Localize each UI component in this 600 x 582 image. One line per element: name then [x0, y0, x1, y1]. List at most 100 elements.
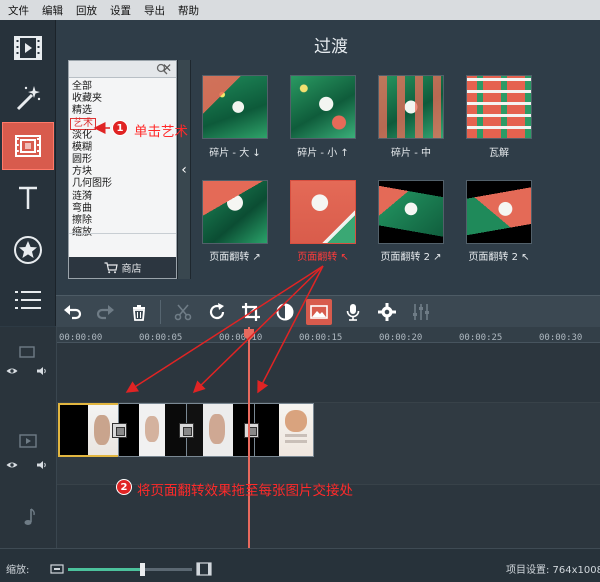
store-label: 商店	[121, 264, 142, 275]
step-annotation: 单击艺术	[134, 124, 188, 140]
rotate-button[interactable]	[204, 299, 230, 325]
transitions-panel: 过渡 ✕ 全部 收藏夹 精选 艺术 淡化 模糊 圆形 方块 几何图形 涟漪 弯曲…	[56, 20, 600, 295]
zoom-out-icon[interactable]	[50, 563, 64, 575]
transition-thumb-page-turn-2-ne[interactable]	[378, 180, 444, 244]
delete-button[interactable]	[126, 299, 152, 325]
category-item-featured[interactable]: 精选	[72, 105, 172, 117]
menu-export[interactable]: 导出	[144, 3, 165, 18]
clear-search-icon[interactable]: ✕	[162, 61, 172, 75]
category-divider	[69, 233, 176, 234]
speaker-icon[interactable]	[36, 366, 48, 376]
edit-toolbar	[56, 295, 600, 327]
crop-button[interactable]	[238, 299, 264, 325]
undo-button[interactable]	[60, 299, 86, 325]
collapse-panel-button[interactable]: ‹	[177, 60, 191, 279]
clip-settings-button[interactable]	[374, 299, 400, 325]
transition-marker[interactable]	[179, 423, 194, 438]
time-tick: 00:00:05	[139, 333, 183, 343]
transition-label: 碎片 - 中	[391, 148, 431, 159]
overlay-track-icon	[19, 346, 35, 358]
category-item-favorites[interactable]: 收藏夹	[72, 93, 172, 105]
image-button[interactable]	[306, 299, 332, 325]
category-item-blur[interactable]: 模糊	[72, 142, 172, 154]
chevron-left-icon: ‹	[181, 161, 187, 178]
time-tick: 00:00:25	[459, 333, 503, 343]
crop-icon	[242, 303, 260, 321]
transitions-tool-button[interactable]	[2, 122, 54, 170]
category-search-input[interactable]: ✕	[69, 61, 176, 78]
time-tick: 00:00:00	[59, 333, 103, 343]
playhead[interactable]	[248, 327, 250, 548]
color-adjust-button[interactable]	[272, 299, 298, 325]
transition-thumb-shatter-large[interactable]	[202, 75, 268, 139]
eye-icon[interactable]	[6, 367, 18, 375]
image-icon	[310, 305, 328, 319]
time-ruler[interactable]: 00:00:00 00:00:05 00:00:10 00:00:15 00:0…	[57, 327, 600, 343]
color-adjust-icon	[276, 303, 294, 321]
timeline: 00:00:00 00:00:05 00:00:10 00:00:15 00:0…	[0, 327, 600, 548]
step-badge: 2	[116, 479, 132, 495]
step-annotation: 将页面翻转效果拖至每张图片交接处	[137, 483, 353, 499]
store-button[interactable]: 商店	[69, 257, 176, 278]
zoom-in-icon[interactable]	[196, 562, 212, 576]
more-tools-button[interactable]	[4, 276, 52, 324]
time-tick: 00:00:20	[379, 333, 423, 343]
transition-thumb-page-turn-ne[interactable]	[202, 180, 268, 244]
zoom-slider-knob[interactable]	[140, 563, 146, 576]
category-item-geometric[interactable]: 几何图形	[72, 178, 172, 190]
transition-thumb-disintegrate[interactable]	[466, 75, 532, 139]
transition-label: 碎片 - 小 ↑	[297, 148, 349, 159]
transition-label: 页面翻转 2 ↖	[468, 252, 530, 263]
video-clip[interactable]	[58, 403, 120, 457]
menu-edit[interactable]: 编辑	[42, 3, 63, 18]
category-item-squares[interactable]: 方块	[72, 166, 172, 178]
transition-label: 页面翻转 ↗	[209, 252, 261, 263]
filters-tool-button[interactable]	[4, 74, 52, 122]
cut-button[interactable]	[170, 299, 196, 325]
transition-icon	[15, 135, 41, 157]
transition-thumb-shatter-small[interactable]	[290, 75, 356, 139]
category-item-bend[interactable]: 弯曲	[72, 203, 172, 215]
record-audio-button[interactable]	[340, 299, 366, 325]
redo-button[interactable]	[92, 299, 118, 325]
category-item-ripple[interactable]: 涟漪	[72, 191, 172, 203]
cut-icon	[174, 304, 192, 321]
transition-marker[interactable]	[244, 423, 259, 438]
video-clip[interactable]	[254, 403, 314, 457]
time-tick: 00:00:30	[539, 333, 583, 343]
microphone-icon	[346, 304, 360, 321]
equalizer-icon	[413, 304, 429, 320]
zoom-slider-fill	[68, 568, 143, 571]
eye-icon[interactable]	[6, 461, 18, 469]
transition-label: 页面翻转 2 ↗	[380, 252, 442, 263]
titles-tool-button[interactable]	[4, 174, 52, 222]
transition-thumb-shatter-medium[interactable]	[378, 75, 444, 139]
delete-icon	[133, 305, 145, 321]
menu-settings[interactable]: 设置	[110, 3, 131, 18]
category-item-wipe[interactable]: 擦除	[72, 215, 172, 227]
zoom-slider[interactable]	[68, 563, 192, 576]
stickers-tool-button[interactable]	[4, 226, 52, 274]
equalizer-button[interactable]	[408, 299, 434, 325]
undo-icon	[64, 305, 82, 320]
transition-marker[interactable]	[112, 423, 127, 438]
overlay-track[interactable]	[57, 343, 600, 403]
menu-help[interactable]: 帮助	[178, 3, 199, 18]
zoom-label: 缩放:	[6, 565, 30, 576]
transition-thumb-page-turn-nw[interactable]	[290, 180, 356, 244]
category-item-art[interactable]: 艺术	[70, 117, 96, 130]
panel-title: 过渡	[314, 37, 348, 57]
rotate-icon	[209, 303, 225, 320]
time-tick: 00:00:15	[299, 333, 343, 343]
speaker-icon[interactable]	[36, 460, 48, 470]
category-item-circle[interactable]: 圆形	[72, 154, 172, 166]
transition-thumb-page-turn-2-nw[interactable]	[466, 180, 532, 244]
media-tool-button[interactable]	[4, 24, 52, 72]
transition-grid: 碎片 - 大 ↓ 碎片 - 小 ↑ 碎片 - 中 瓦解 页面翻转 ↗ 页面翻转 …	[196, 75, 596, 275]
menu-playback[interactable]: 回放	[76, 3, 97, 18]
menu-file[interactable]: 文件	[8, 3, 29, 18]
step-badge: 1	[112, 120, 128, 136]
category-item-all[interactable]: 全部	[72, 81, 172, 93]
project-settings-info[interactable]: 项目设置: 764x1008	[506, 561, 600, 576]
redo-icon	[96, 305, 114, 320]
